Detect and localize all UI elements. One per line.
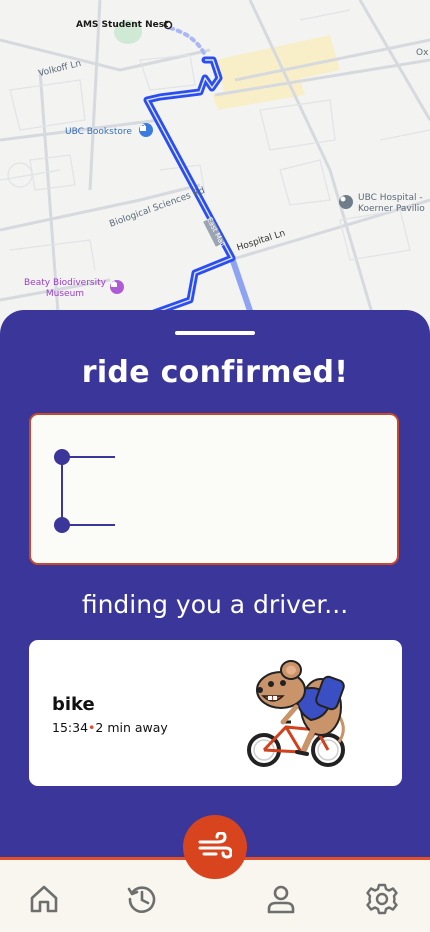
map-label-hospital-line1: UBC Hospital - bbox=[358, 193, 423, 203]
map-label-ox: Ox bbox=[416, 48, 429, 58]
ride-option-card[interactable]: bike 15:34•2 min away bbox=[29, 640, 402, 786]
map-label-ams: AMS Student Nest bbox=[76, 20, 169, 30]
ride-action-button[interactable] bbox=[183, 815, 247, 879]
wind-icon bbox=[198, 832, 232, 859]
map-label-beaty-line1: Beaty Biodiversity bbox=[24, 278, 106, 288]
ride-meta: 15:34•2 min away bbox=[52, 720, 168, 735]
nav-settings-button[interactable] bbox=[365, 882, 399, 916]
settings-icon bbox=[366, 883, 398, 915]
bike-mouse-illustration bbox=[247, 660, 345, 767]
map-view[interactable]: AMS Student Nest Volkoff Ln Ox UBC Books… bbox=[0, 0, 430, 340]
museum-pin-icon[interactable] bbox=[110, 280, 124, 294]
ride-eta: 2 min away bbox=[95, 720, 168, 735]
nav-history-button[interactable] bbox=[125, 882, 159, 916]
bookstore-pin-icon[interactable] bbox=[139, 123, 153, 137]
sheet-title: ride confirmed! bbox=[81, 355, 349, 390]
map-label-beaty-line2: Museum bbox=[45, 289, 85, 299]
map-label-beaty[interactable]: Beaty Biodiversity Museum bbox=[24, 278, 106, 300]
nav-home-button[interactable] bbox=[27, 882, 61, 916]
home-icon bbox=[30, 885, 58, 913]
hospital-pin-icon[interactable] bbox=[339, 195, 353, 209]
sheet-drag-handle[interactable] bbox=[175, 331, 255, 335]
ride-time: 15:34 bbox=[52, 720, 89, 735]
map-label-hospital-line2: Koerner Pavilio bbox=[358, 204, 425, 214]
history-icon bbox=[127, 886, 156, 913]
route-card bbox=[29, 413, 399, 565]
map-label-hospital[interactable]: UBC Hospital - Koerner Pavilio bbox=[358, 193, 425, 215]
profile-icon bbox=[267, 885, 295, 914]
nav-profile-button[interactable] bbox=[264, 882, 298, 916]
map-label-bookstore[interactable]: UBC Bookstore bbox=[65, 127, 132, 137]
ride-type-label: bike bbox=[52, 694, 95, 715]
status-text: finding you a driver... bbox=[81, 590, 349, 619]
route-stops-icon bbox=[54, 449, 115, 533]
ride-sheet: ride confirmed! finding you a driver... … bbox=[0, 310, 430, 870]
